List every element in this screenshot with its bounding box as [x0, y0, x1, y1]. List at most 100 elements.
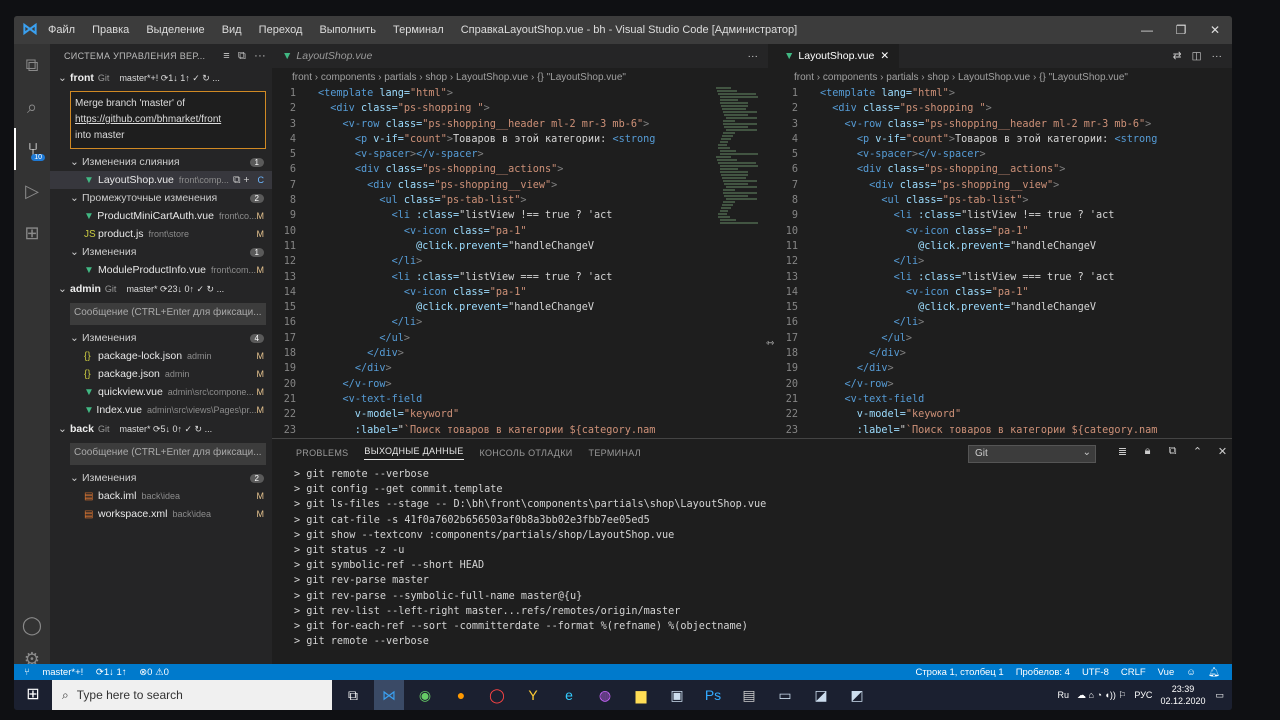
code-line[interactable]: 20 </v-row> — [272, 377, 768, 392]
close-panel-icon[interactable]: ✕ — [1210, 445, 1232, 458]
tab-output[interactable]: ВЫХОДНЫЕ ДАННЫЕ — [364, 446, 464, 460]
code-line[interactable]: 22 v-model="keyword" — [272, 407, 768, 422]
app-icon[interactable]: ◍ — [590, 680, 620, 710]
breadcrumb[interactable]: front › components › partials › shop › L… — [272, 68, 768, 86]
code-line[interactable]: 8 <ul class="ps-tab-list"> — [272, 193, 768, 208]
code-line[interactable]: 7 <div class="ps-shopping__view"> — [774, 178, 1232, 193]
code-area[interactable]: 1 <template lang="html"> 2 <div class="ps-… — [272, 86, 768, 438]
chrome-icon[interactable]: ◉ — [410, 680, 440, 710]
tab-problems[interactable]: PROBLEMS — [296, 448, 348, 458]
group-changes[interactable]: ⌄ Изменения 4 — [50, 329, 272, 347]
open-file-icon[interactable]: ⧉ + — [233, 174, 250, 187]
status-position[interactable]: Строка 1, столбец 1 — [915, 667, 1003, 678]
code-line[interactable]: 2 <div class="ps-shopping "> — [774, 101, 1232, 116]
menu-help[interactable]: Справка — [461, 24, 504, 36]
editor-tab[interactable]: ▼ LayoutShop.vue — [272, 44, 382, 68]
code-line[interactable]: 16 </li> — [272, 315, 768, 330]
code-line[interactable]: 2 <div class="ps-shopping "> — [272, 101, 768, 116]
menu-view[interactable]: Вид — [222, 24, 242, 36]
code-line[interactable]: 17 </ul> — [272, 331, 768, 346]
status-indent[interactable]: Пробелов: 4 — [1016, 667, 1070, 678]
code-line[interactable]: 5 <v-spacer></v-spacer> — [774, 147, 1232, 162]
extensions-icon[interactable]: ⊞ — [14, 212, 50, 254]
code-line[interactable]: 3 <v-row class="ps-shopping__header ml-2… — [272, 117, 768, 132]
bell-icon[interactable]: 🔔︎ — [1208, 667, 1220, 678]
tray-icons[interactable]: ☁ ⌂ ◔ ◖)) ⚐ — [1077, 690, 1126, 701]
source-control-icon[interactable]: ⑂ 10 — [14, 128, 50, 170]
file-item[interactable]: {} package.json admin M — [50, 365, 272, 383]
copy-icon[interactable]: ⧉ — [1160, 445, 1185, 458]
language-indicator[interactable]: РУС — [1134, 690, 1152, 700]
code-line[interactable]: 21 <v-text-field — [272, 392, 768, 407]
code-line[interactable]: 23 :label="`Поиск товаров в категории ${… — [272, 423, 768, 438]
code-line[interactable]: 12 </li> — [774, 254, 1232, 269]
split-editor-icon[interactable]: ◫ — [1192, 50, 1202, 62]
minimap[interactable] — [716, 86, 758, 386]
notepad-icon[interactable]: ▤ — [734, 680, 764, 710]
repo-back[interactable]: ⌄ back Git master* ⟳5↓ 0↑ ✓ ↻ ... — [50, 419, 272, 439]
code-line[interactable]: 16 </li> — [774, 315, 1232, 330]
taskbar-search[interactable]: ⌕ Type here to search — [52, 680, 332, 710]
repo-status[interactable]: master* ⟳5↓ 0↑ ✓ ↻ ... — [119, 424, 212, 435]
file-item[interactable]: ▼ quickview.vue admin\src\compone... M — [50, 383, 272, 401]
code-line[interactable]: 22 v-model="keyword" — [774, 407, 1232, 422]
code-line[interactable]: 15 @click.prevent="handleChangeV — [272, 300, 768, 315]
task-view-icon[interactable]: ⧉ — [338, 680, 368, 710]
app-icon[interactable]: ◪ — [806, 680, 836, 710]
code-line[interactable]: 11 @click.prevent="handleChangeV — [272, 239, 768, 254]
code-line[interactable]: 7 <div class="ps-shopping__view"> — [272, 178, 768, 193]
status-problems[interactable]: ⊗0 ⚠0 — [139, 667, 169, 678]
status-branch[interactable]: ⑂ master*+! — [24, 667, 83, 678]
editor-tab-active[interactable]: ▼ LayoutShop.vue ✕ — [774, 44, 900, 68]
file-item[interactable]: ▤ back.iml back\idea M — [50, 487, 272, 505]
status-encoding[interactable]: UTF-8 — [1082, 667, 1109, 678]
status-eol[interactable]: CRLF — [1121, 667, 1146, 678]
menu-go[interactable]: Переход — [259, 24, 303, 36]
windows-start-icon[interactable]: ⊞ — [14, 680, 52, 710]
yandex-icon[interactable]: Y — [518, 680, 548, 710]
list-view-icon[interactable]: ≡ — [223, 50, 230, 62]
close-icon[interactable]: ✕ — [1198, 16, 1232, 44]
code-line[interactable]: 21 <v-text-field — [774, 392, 1232, 407]
repo-front[interactable]: ⌄ front Git master*+! ⟳1↓ 1↑ ✓ ↻ ... — [50, 68, 272, 88]
opera-icon[interactable]: ◯ — [482, 680, 512, 710]
code-line[interactable]: 6 <div class="ps-shopping__actions"> — [774, 162, 1232, 177]
code-line[interactable]: 17 </ul> — [774, 331, 1232, 346]
tab-terminal[interactable]: ТЕРМИНАЛ — [589, 448, 641, 458]
collapse-all-icon[interactable]: ⧉ — [238, 50, 246, 62]
commit-message-input[interactable]: Сообщение (CTRL+Enter для фиксаци... — [70, 443, 266, 465]
file-item[interactable]: ▼ ProductMiniCartAuth.vue front\co... M — [50, 207, 272, 225]
code-line[interactable]: 19 </div> — [272, 361, 768, 376]
repo-status[interactable]: master* ⟳23↓ 0↑ ✓ ↻ ... — [126, 284, 224, 295]
menu-selection[interactable]: Выделение — [146, 24, 204, 36]
commit-message-input[interactable]: Merge branch 'master' of https://github.… — [70, 91, 266, 149]
explorer-icon[interactable]: ⧉ — [14, 44, 50, 86]
code-line[interactable]: 12 </li> — [272, 254, 768, 269]
code-line[interactable]: 4 <p v-if="count">Товаров в этой категор… — [272, 132, 768, 147]
clear-output-icon[interactable]: ≣ — [1110, 445, 1135, 458]
minimize-icon[interactable]: — — [1130, 16, 1164, 44]
code-line[interactable]: 13 <li :class="listView === true ? 'act — [774, 270, 1232, 285]
code-line[interactable]: 3 <v-row class="ps-shopping__header ml-2… — [774, 117, 1232, 132]
code-line[interactable]: 4 <p v-if="count">Товаров в этой категор… — [774, 132, 1232, 147]
open-changes-icon[interactable]: ⇄ — [1173, 50, 1182, 62]
repo-admin[interactable]: ⌄ admin Git master* ⟳23↓ 0↑ ✓ ↻ ... — [50, 279, 272, 299]
status-sync[interactable]: ⟳1↓ 1↑ — [96, 667, 127, 678]
folder-icon[interactable]: ▆ — [626, 680, 656, 710]
search-icon[interactable]: ⌕ — [14, 86, 50, 128]
keyboard-layout[interactable]: Ru — [1058, 690, 1070, 700]
notifications-icon[interactable]: ▭ — [1215, 690, 1224, 701]
store-icon[interactable]: ▣ — [662, 680, 692, 710]
tab-debug-console[interactable]: КОНСОЛЬ ОТЛАДКИ — [480, 448, 573, 458]
more-actions-icon[interactable]: ··· — [254, 50, 266, 62]
menu-file[interactable]: Файл — [48, 24, 75, 36]
code-line[interactable]: 1 <template lang="html"> — [272, 86, 768, 101]
clock[interactable]: 23:39 02.12.2020 — [1160, 683, 1205, 707]
code-line[interactable]: 23 :label="`Поиск товаров в категории ${… — [774, 423, 1232, 438]
code-line[interactable]: 9 <li :class="listView !== true ? 'act — [272, 208, 768, 223]
restore-icon[interactable]: ❐ — [1164, 16, 1198, 44]
code-line[interactable]: 11 @click.prevent="handleChangeV — [774, 239, 1232, 254]
file-item[interactable]: ▤ workspace.xml back\idea M — [50, 505, 272, 523]
output-channel-select[interactable]: Git ⌄ — [968, 445, 1096, 463]
file-item[interactable]: ▼ LayoutShop.vue front\comp... ⧉ + C — [50, 171, 272, 189]
